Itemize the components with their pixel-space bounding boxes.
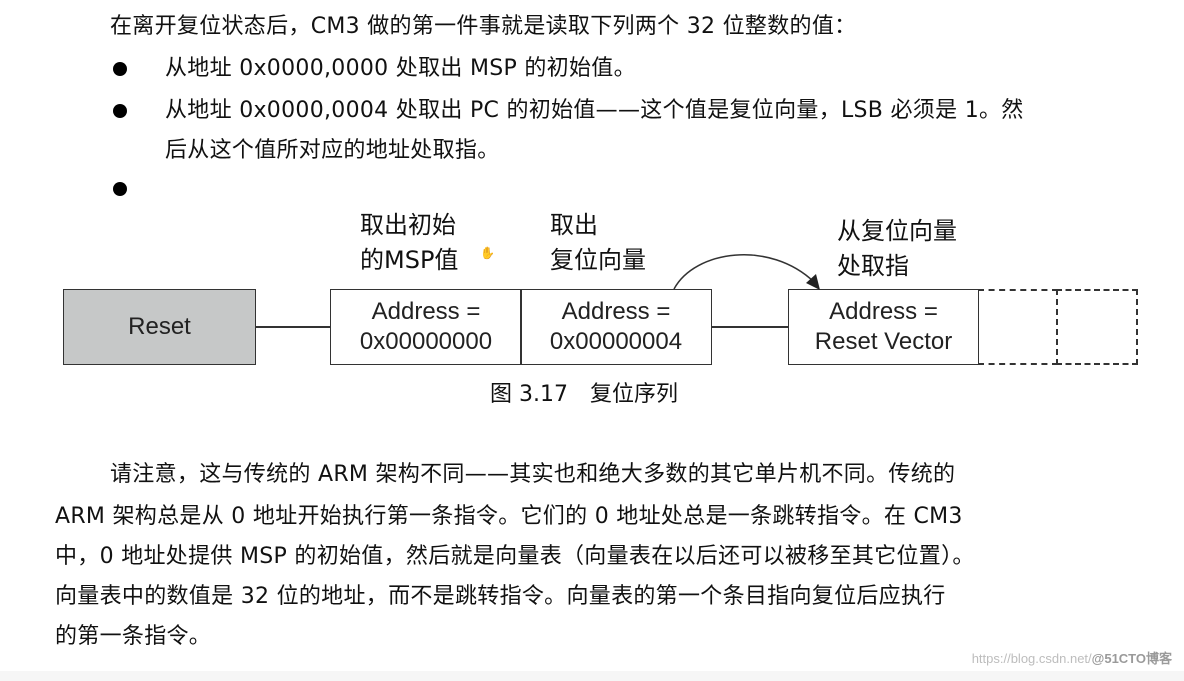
paragraph-line-1: 请注意，这与传统的 ARM 架构不同——其实也和绝大多数的其它单片机不同。传统的 [110,462,956,487]
watermark-url: https://blog.csdn.net/ [971,651,1092,666]
figure-caption: 图 3.17 复位序列 [490,382,678,407]
watermark: https://blog.csdn.net/@51CTO博客 [972,648,1172,667]
footer-band [0,671,1184,681]
jump-arrow-curve [673,254,815,290]
jump-arrow [673,254,820,290]
paragraph-line-3: 中，0 地址处提供 MSP 的初始值，然后就是向量表（向量表在以后还可以被移至其… [55,544,975,569]
paragraph-line-4: 向量表中的数值是 32 位的地址，而不是跳转指令。向量表的第一个条目指向复位后应… [55,584,946,609]
paragraph-line-2: ARM 架构总是从 0 地址开始执行第一条指令。它们的 0 地址处总是一条跳转指… [55,504,963,529]
watermark-brand: @51CTO博客 [1091,651,1172,666]
paragraph-line-5: 的第一条指令。 [55,624,212,649]
